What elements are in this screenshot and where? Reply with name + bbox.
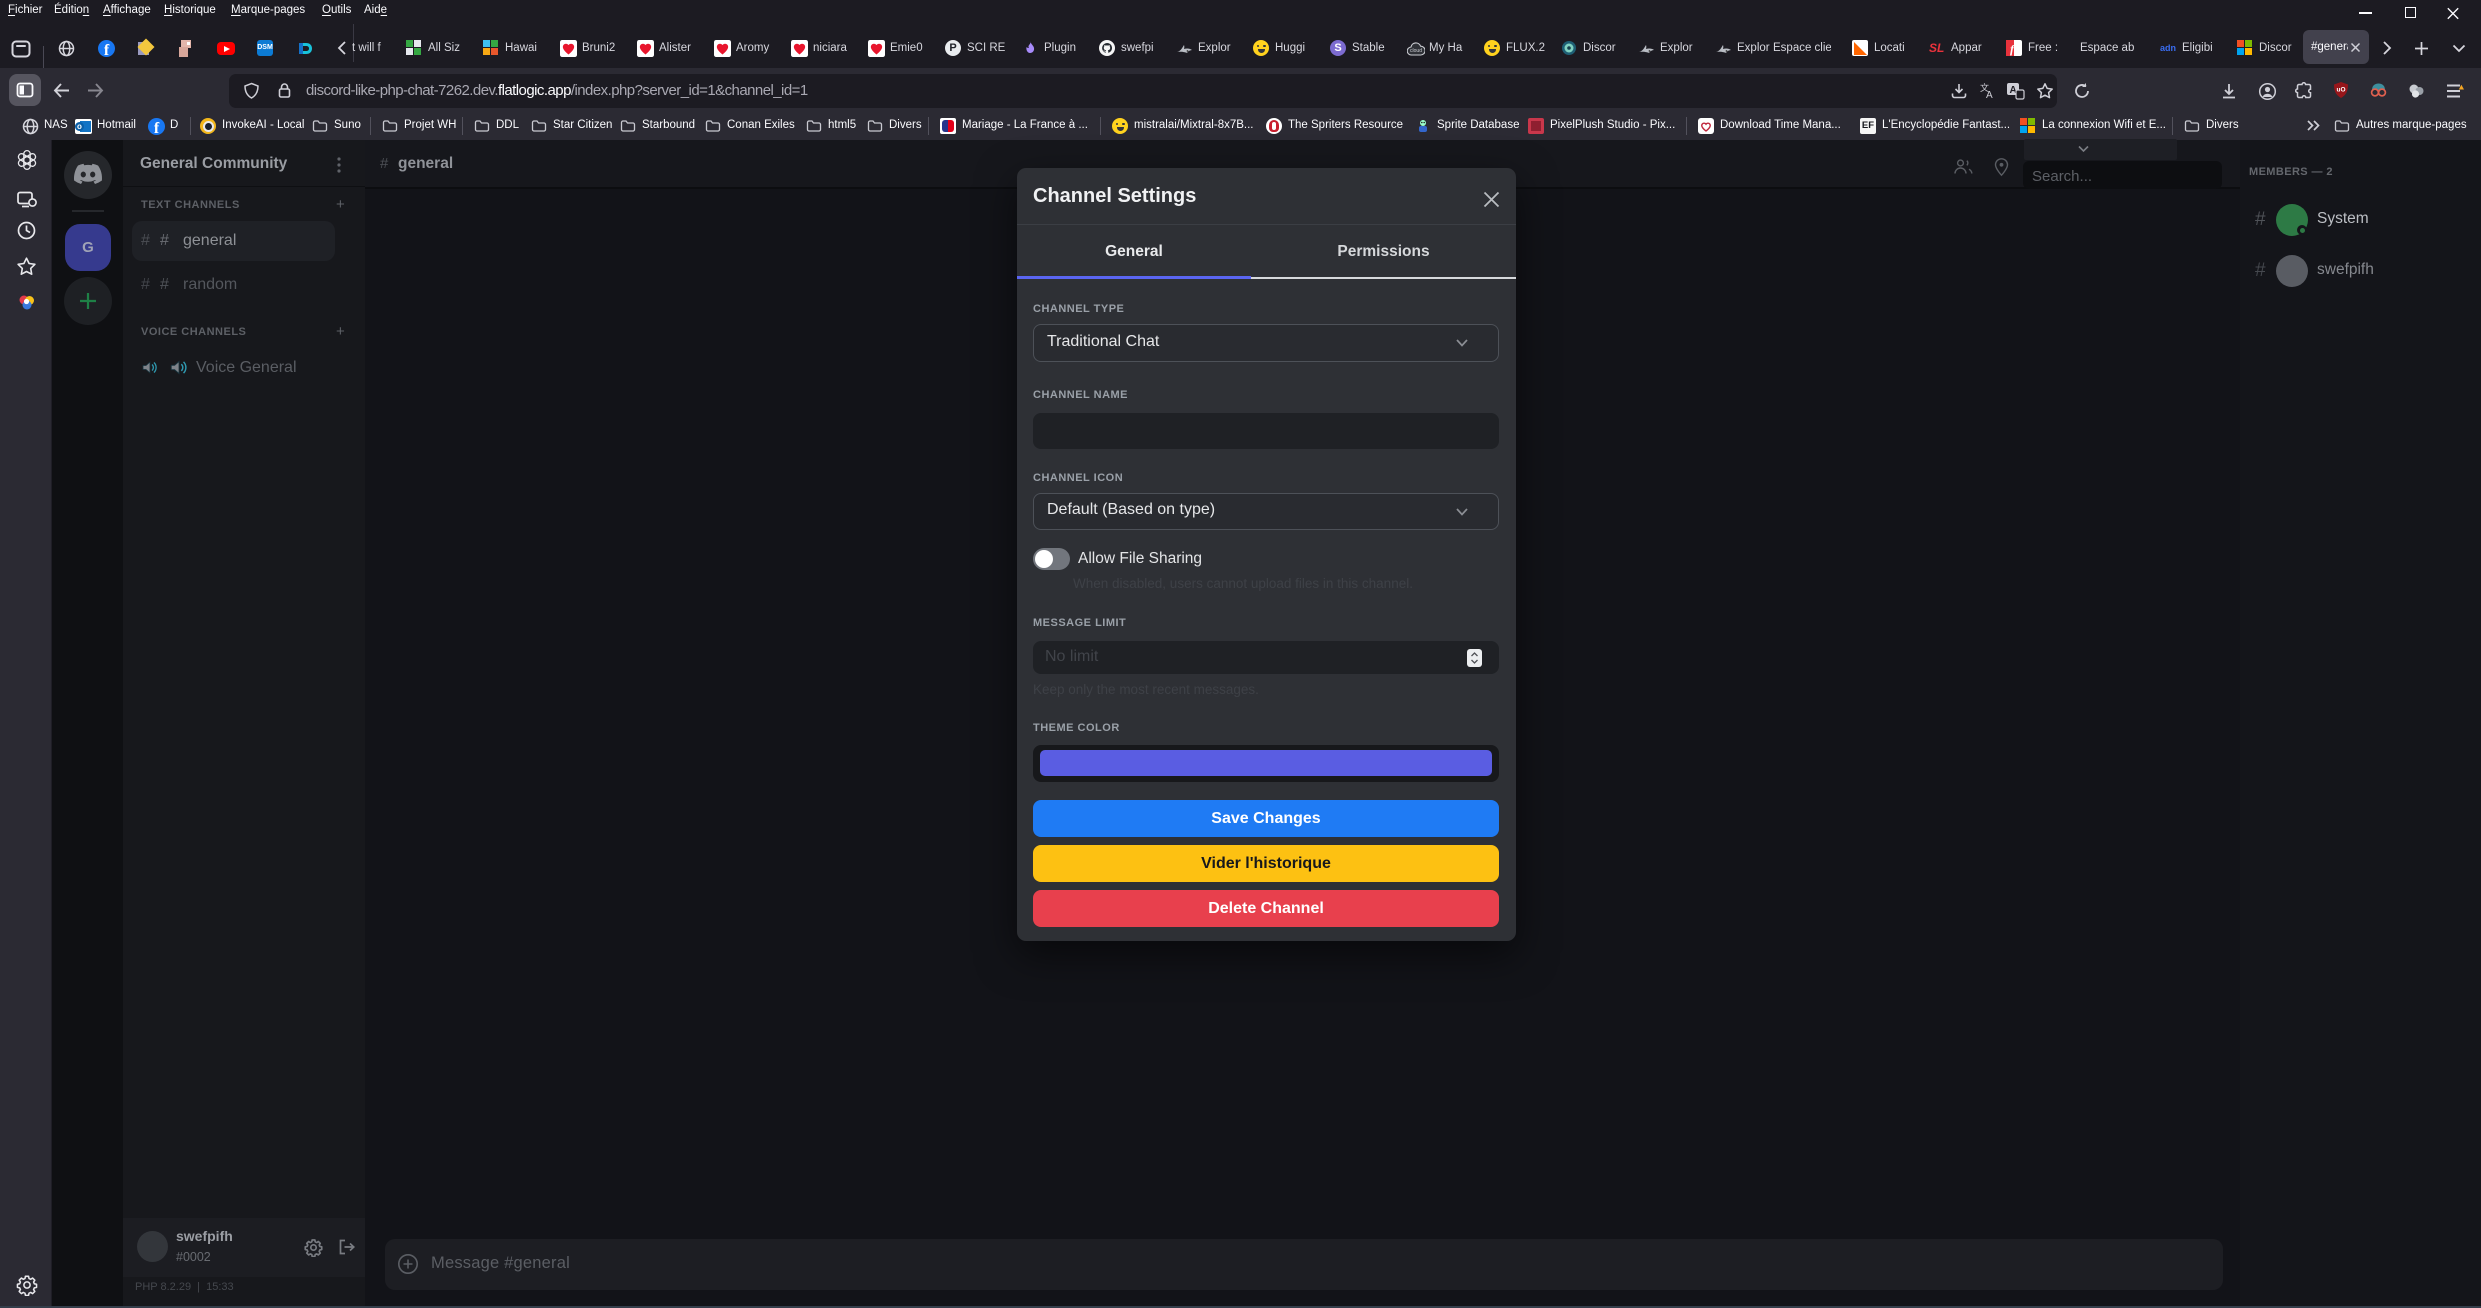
svg-text:cloud: cloud bbox=[1410, 48, 1422, 54]
svg-text:A: A bbox=[1986, 90, 1993, 100]
svg-text:uO: uO bbox=[2336, 87, 2345, 94]
